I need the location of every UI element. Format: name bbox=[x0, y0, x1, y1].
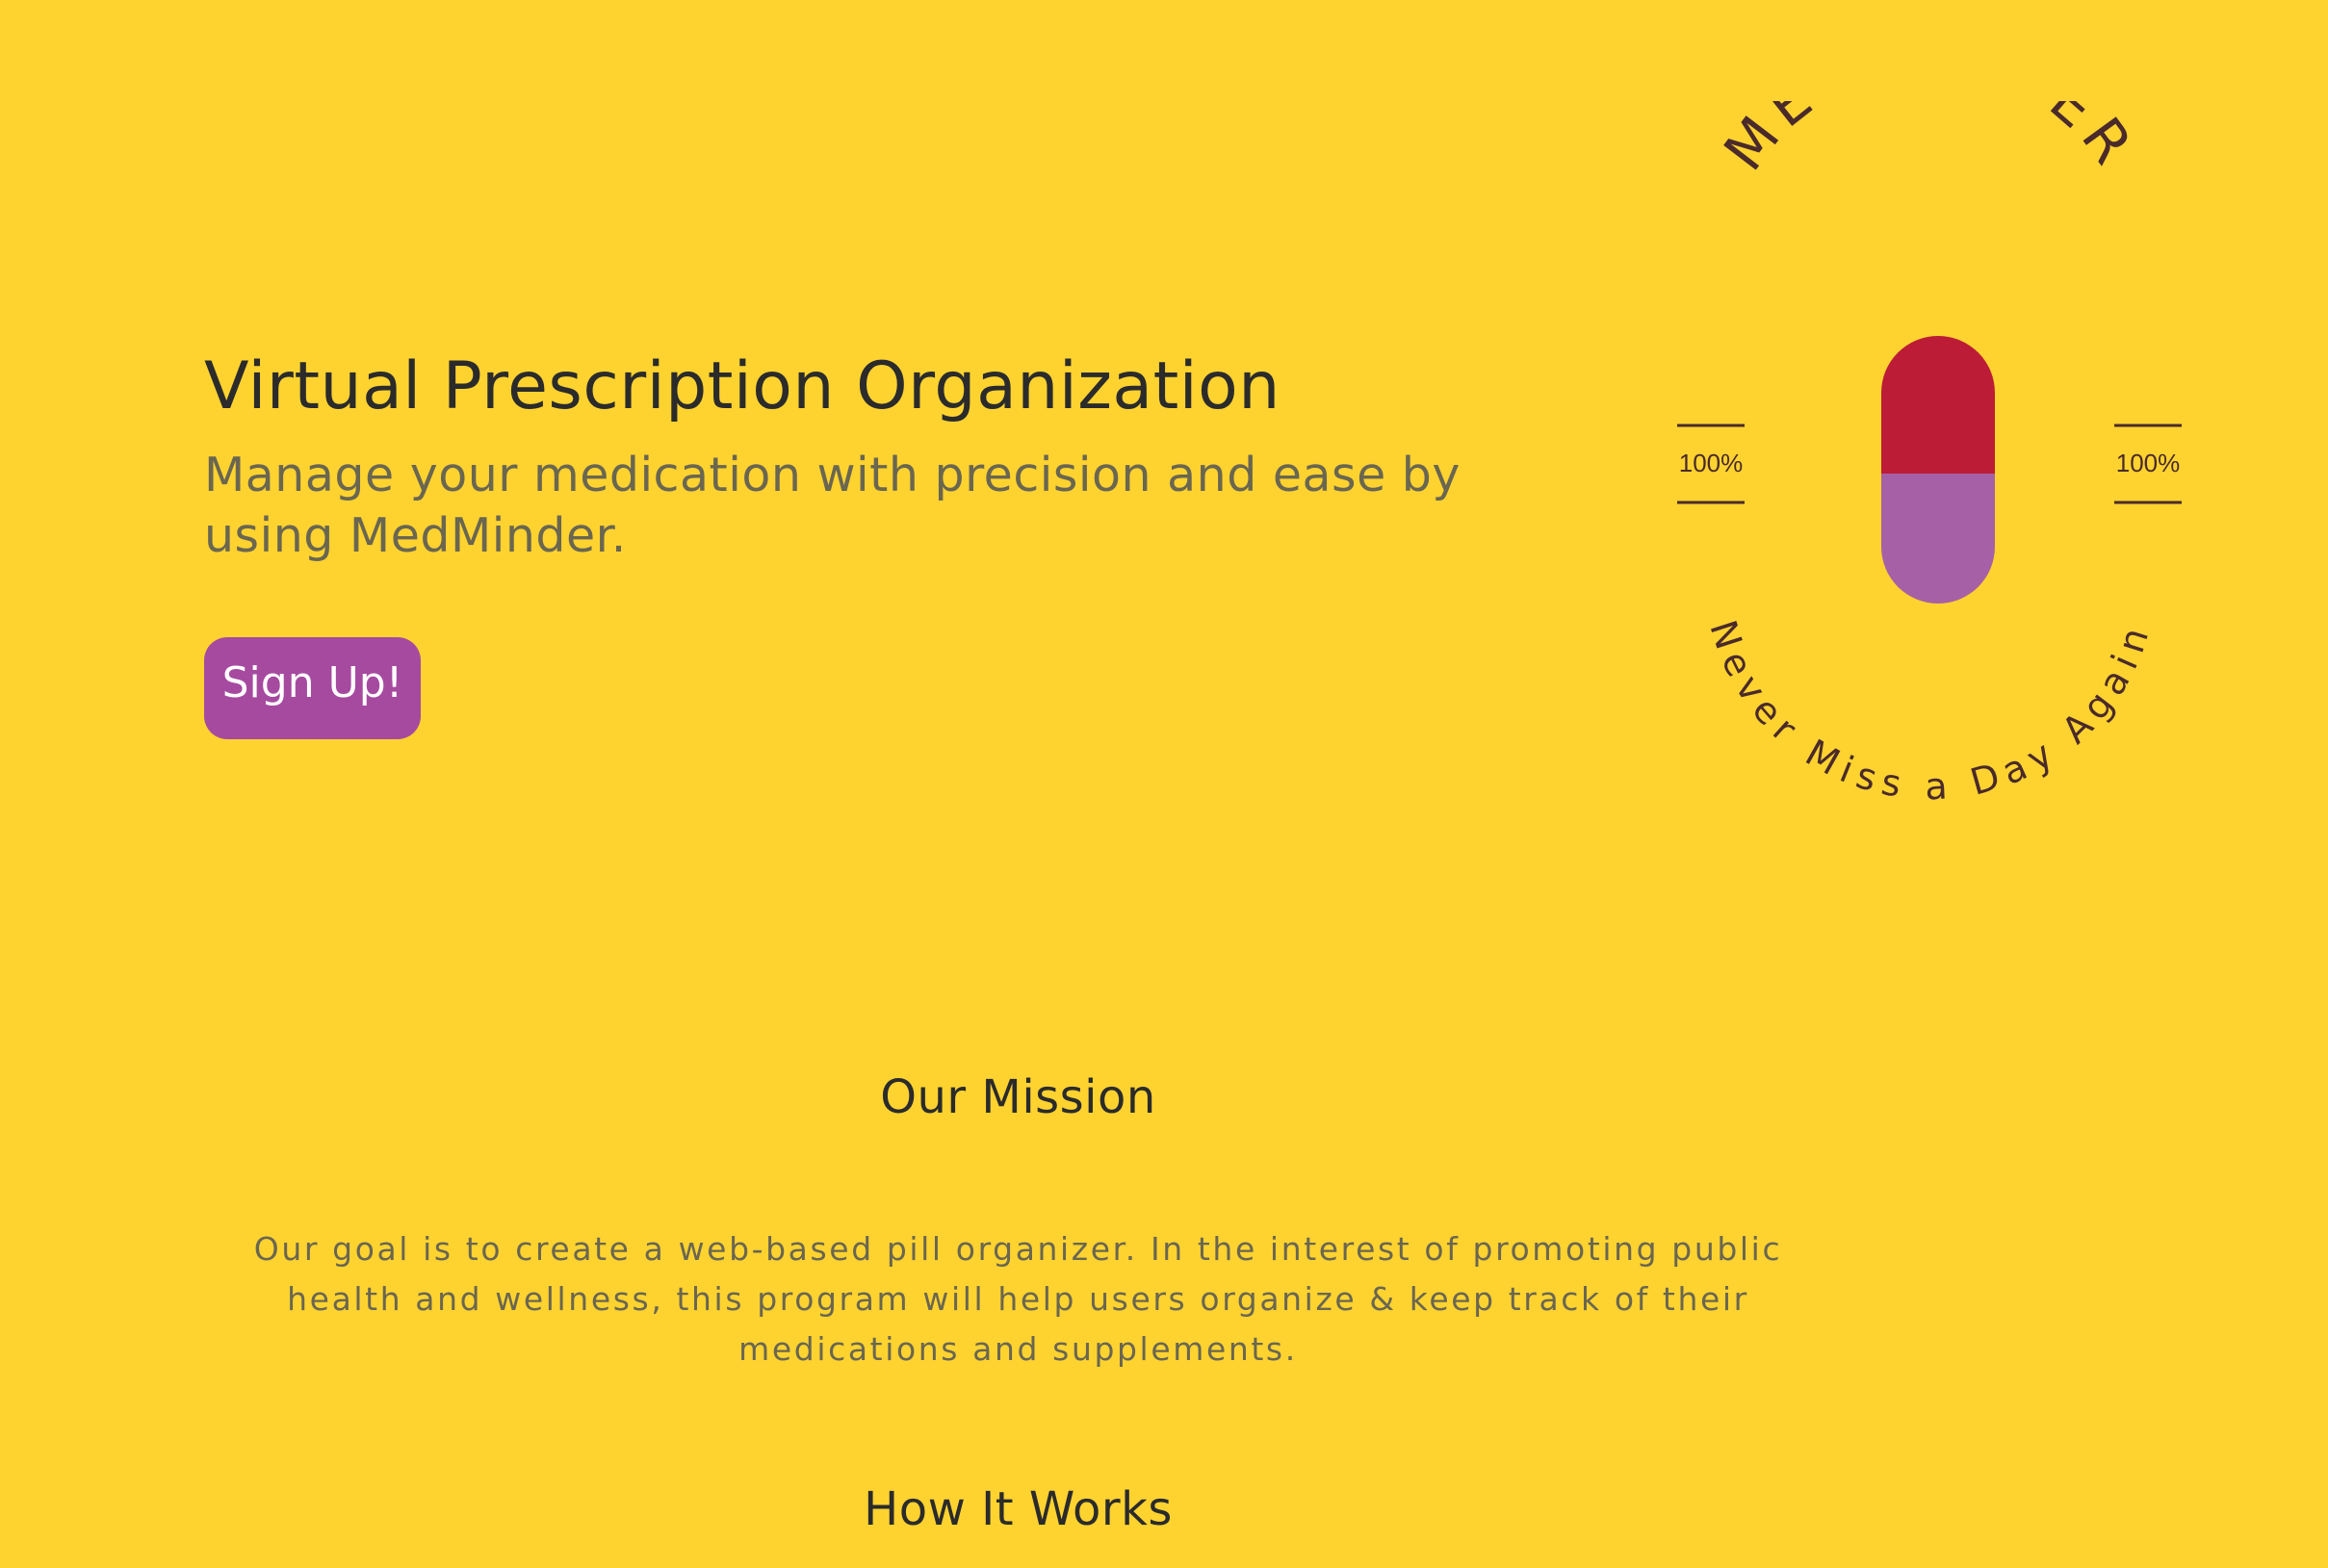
right-percent-label: 100% bbox=[2116, 449, 2181, 477]
sign-up-button[interactable]: Sign Up! bbox=[204, 637, 421, 739]
how-it-works-heading: How It Works bbox=[864, 1482, 1173, 1536]
pill-icon bbox=[1881, 336, 1995, 604]
hero-subtitle: Manage your medication with precision an… bbox=[204, 448, 1461, 563]
medminder-logo: MEDMINDER Never Miss a Day Again 100% 10… bbox=[1656, 101, 2234, 842]
left-percent-mark: 100% bbox=[1677, 424, 1745, 504]
logo-svg: MEDMINDER Never Miss a Day Again 100% 10… bbox=[1677, 101, 2182, 808]
logo-brand-text: MEDMINDER bbox=[1711, 101, 2150, 183]
left-percent-label: 100% bbox=[1679, 449, 1744, 477]
logo-tagline-text: Never Miss a Day Again bbox=[1701, 615, 2159, 808]
hero-section: Virtual Prescription Organization Manage… bbox=[0, 0, 2328, 924]
right-percent-mark: 100% bbox=[2114, 424, 2182, 504]
mission-text: Our goal is to create a web-based pill o… bbox=[253, 1230, 1783, 1368]
hero-title: Virtual Prescription Organization bbox=[204, 348, 1280, 424]
mission-heading: Our Mission bbox=[880, 1070, 1156, 1124]
